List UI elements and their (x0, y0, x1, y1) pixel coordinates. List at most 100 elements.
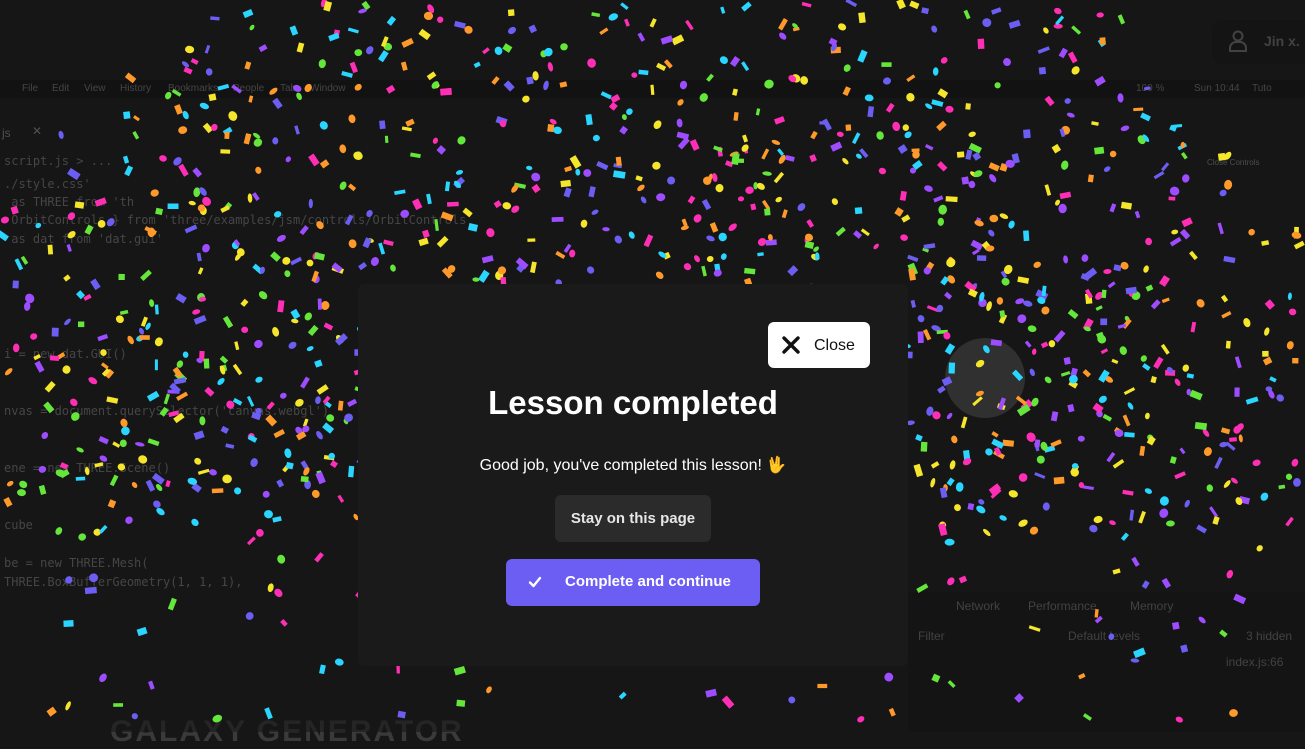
confetti-piece (899, 190, 907, 201)
confetti-piece (507, 9, 515, 17)
confetti-piece (1008, 220, 1015, 229)
confetti-piece (34, 360, 45, 373)
confetti-piece (774, 116, 786, 125)
confetti-piece (307, 324, 319, 337)
confetti-piece (74, 201, 85, 209)
confetti-piece (1087, 174, 1094, 183)
confetti-piece (693, 214, 702, 223)
confetti-piece (258, 44, 268, 53)
confetti-piece (755, 108, 761, 116)
confetti-piece (660, 35, 674, 45)
confetti-piece (806, 219, 815, 228)
confetti-piece (1264, 299, 1276, 310)
confetti-piece (729, 55, 741, 67)
confetti-piece (255, 376, 263, 383)
confetti-piece (1109, 203, 1117, 213)
confetti-piece (25, 293, 35, 304)
confetti-piece (1103, 166, 1111, 172)
confetti-piece (907, 254, 919, 262)
close-button[interactable]: Close (768, 322, 870, 368)
complete-and-continue-button[interactable]: Complete and continue (506, 559, 760, 606)
confetti-piece (136, 626, 148, 637)
confetti-piece (440, 87, 452, 96)
confetti-piece (378, 242, 386, 255)
confetti-piece (119, 439, 127, 448)
confetti-piece (1141, 580, 1150, 589)
confetti-piece (456, 699, 466, 707)
confetti-piece (394, 189, 406, 196)
confetti-piece (1117, 14, 1126, 25)
confetti-piece (1169, 456, 1177, 465)
confetti-piece (502, 43, 513, 53)
confetti-piece (1015, 298, 1025, 305)
confetti-piece (1171, 229, 1179, 235)
confetti-piece (897, 144, 908, 154)
confetti-piece (1180, 644, 1189, 653)
confetti-piece (337, 400, 344, 411)
confetti-piece (1063, 255, 1069, 264)
confetti-piece (308, 198, 313, 209)
confetti-piece (985, 448, 993, 456)
confetti-piece (621, 114, 627, 121)
confetti-piece (1113, 264, 1122, 272)
confetti-piece (528, 24, 538, 34)
confetti-piece (1158, 275, 1171, 287)
confetti-piece (1017, 314, 1027, 324)
confetti-piece (1174, 471, 1186, 480)
confetti-piece (944, 291, 953, 300)
confetti-piece (266, 401, 275, 410)
confetti-piece (873, 243, 879, 250)
confetti-piece (159, 155, 167, 162)
confetti-piece (122, 155, 130, 164)
confetti-piece (1055, 15, 1065, 26)
confetti-piece (316, 431, 323, 440)
confetti-piece (733, 111, 739, 121)
confetti-piece (1018, 519, 1028, 527)
confetti-piece (640, 196, 647, 204)
confetti-piece (209, 469, 217, 476)
confetti-piece (970, 239, 984, 251)
confetti-piece (386, 15, 397, 26)
confetti-piece (530, 261, 537, 274)
confetti-piece (264, 707, 273, 720)
confetti-piece (1120, 125, 1130, 132)
confetti-piece (272, 137, 279, 145)
confetti-piece (269, 87, 278, 95)
confetti-piece (308, 153, 320, 167)
confetti-piece (1003, 58, 1011, 66)
x-icon (782, 336, 800, 354)
confetti-piece (131, 713, 138, 720)
confetti-piece (247, 193, 253, 203)
confetti-piece (1036, 455, 1045, 464)
confetti-piece (778, 18, 788, 31)
confetti-piece (902, 124, 910, 131)
confetti-piece (94, 197, 107, 207)
confetti-piece (1131, 556, 1140, 567)
confetti-piece (242, 8, 254, 19)
confetti-piece (296, 92, 302, 101)
confetti-piece (693, 255, 701, 263)
confetti-piece (185, 45, 195, 54)
confetti-piece (1138, 510, 1146, 524)
confetti-piece (246, 536, 256, 546)
confetti-piece (951, 435, 958, 444)
confetti-piece (937, 217, 945, 226)
confetti-piece (888, 707, 896, 717)
confetti-piece (1001, 277, 1010, 286)
confetti-piece (379, 120, 386, 130)
confetti-piece (1226, 570, 1234, 579)
confetti-piece (289, 25, 299, 36)
confetti-piece (894, 207, 904, 217)
confetti-piece (35, 222, 42, 229)
confetti-piece (1002, 439, 1015, 447)
confetti-piece (98, 524, 108, 534)
confetti-piece (97, 219, 106, 228)
stay-on-page-button[interactable]: Stay on this page (555, 495, 711, 542)
confetti-piece (267, 583, 274, 593)
confetti-piece (737, 196, 745, 202)
confetti-piece (41, 431, 49, 440)
confetti-piece (252, 132, 261, 139)
confetti-piece (1082, 485, 1094, 491)
confetti-piece (599, 27, 609, 36)
confetti-piece (547, 62, 554, 72)
